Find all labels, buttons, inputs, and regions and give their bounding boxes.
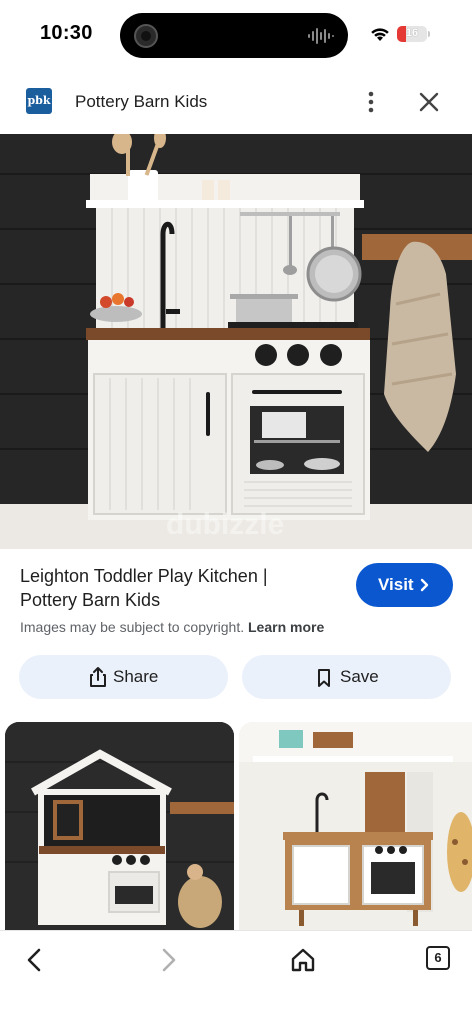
status-time: 10:30 [40, 22, 93, 44]
visit-label: Visit [378, 575, 414, 594]
save-label: Save [340, 667, 379, 686]
browser-toolbar: 6 [0, 930, 472, 1024]
battery-tip [428, 31, 430, 37]
battery-indicator: 16 [397, 26, 427, 42]
save-button[interactable]: Save [242, 655, 451, 699]
learn-more-link[interactable]: Learn more [248, 619, 324, 635]
related-image-1[interactable] [5, 722, 234, 932]
wood-kitchen-illustration [239, 722, 472, 932]
site-logo[interactable]: pbk [26, 88, 52, 114]
watermark-text: dubizzle [166, 508, 284, 541]
wifi-icon [371, 28, 389, 41]
more-options-icon[interactable] [360, 90, 382, 114]
camera-icon [134, 24, 158, 48]
share-icon [90, 667, 106, 687]
close-icon[interactable] [416, 89, 442, 115]
result-title[interactable]: Leighton Toddler Play Kitchen | Pottery … [20, 564, 340, 612]
dynamic-island [120, 13, 348, 58]
product-image[interactable]: dubizzle [0, 134, 472, 549]
battery-level: 16 [405, 27, 419, 39]
copyright-notice: Images may be subject to copyright. Lear… [20, 619, 324, 635]
bookmark-icon [318, 669, 330, 687]
forward-arrow-icon[interactable] [153, 945, 183, 975]
result-title-line2: Pottery Barn Kids [20, 590, 161, 610]
visit-button[interactable]: Visit [356, 563, 453, 607]
copyright-text: Images may be subject to copyright. [20, 619, 245, 635]
chevron-right-icon [420, 578, 429, 592]
play-kitchen-illustration: dubizzle [0, 134, 472, 549]
related-image-2[interactable] [239, 722, 472, 932]
back-arrow-icon[interactable] [20, 945, 50, 975]
share-label: Share [113, 667, 159, 686]
tabs-button[interactable]: 6 [426, 946, 450, 970]
share-button[interactable]: Share [19, 655, 228, 699]
house-kitchen-illustration [5, 722, 234, 932]
result-title-line1: Leighton Toddler Play Kitchen | [20, 566, 268, 586]
home-icon[interactable] [288, 945, 318, 975]
source-header: pbk Pottery Barn Kids [0, 70, 472, 134]
status-bar: 10:30 16 [0, 0, 472, 70]
audio-wave-icon [308, 28, 334, 44]
site-name[interactable]: Pottery Barn Kids [75, 92, 207, 112]
